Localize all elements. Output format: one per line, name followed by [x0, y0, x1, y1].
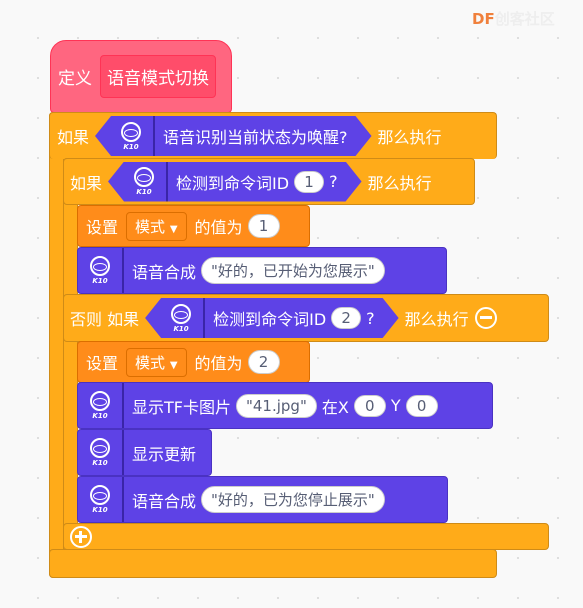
value-input[interactable]: 1	[247, 214, 280, 238]
remove-branch-icon[interactable]	[474, 307, 497, 329]
k10-icon: K10	[78, 383, 124, 428]
define-keyword: 定义	[58, 69, 92, 89]
speech-label: 语音合成	[132, 262, 197, 282]
speech-label: 语音合成	[132, 491, 197, 511]
add-branch-icon[interactable]	[70, 525, 92, 548]
outer-if-arm	[49, 112, 64, 578]
y-label: Y	[390, 396, 401, 415]
file-name-input[interactable]: "41.jpg"	[235, 393, 317, 418]
k10-icon: K10	[78, 248, 124, 293]
to-label: 的值为	[194, 354, 243, 373]
else-if-block[interactable]: 否则 如果 K10 检测到命令词ID 2 ? 那么执行	[63, 294, 549, 342]
procedure-name[interactable]: 语音模式切换	[100, 55, 216, 98]
x-input[interactable]: 0	[353, 394, 386, 417]
inner-if-bottom[interactable]	[63, 523, 549, 550]
speech-synthesis-block[interactable]: K10 语音合成 "好的，已开始为您展示"	[77, 247, 447, 294]
then-label: 那么执行	[367, 173, 432, 193]
condition-label: 检测到命令词ID	[213, 310, 327, 329]
y-input[interactable]: 0	[405, 394, 438, 417]
value-input[interactable]: 2	[247, 350, 280, 374]
show-image-label: 显示TF卡图片	[132, 397, 231, 417]
set-variable-block[interactable]: 设置 模式 ▼ 的值为 1	[77, 205, 310, 247]
command-id-input[interactable]: 1	[294, 171, 324, 193]
speech-synthesis-block[interactable]: K10 语音合成 "好的，已为您停止展示"	[77, 476, 448, 523]
refresh-label: 显示更新	[132, 444, 197, 464]
command-id-condition[interactable]: K10 检测到命令词ID 1 ?	[108, 162, 362, 202]
speech-text-input[interactable]: "好的，已为您停止展示"	[201, 486, 385, 513]
show-tf-image-block[interactable]: K10 显示TF卡图片 "41.jpg" 在X 0 Y 0	[77, 382, 493, 429]
k10-icon: K10	[78, 430, 124, 475]
if-keyword: 如果	[57, 128, 90, 147]
set-keyword: 设置	[86, 354, 119, 373]
speech-text-input[interactable]: "好的，已开始为您展示"	[201, 257, 385, 284]
condition-label: 检测到命令词ID	[176, 173, 290, 193]
variable-dropdown[interactable]: 模式 ▼	[126, 347, 187, 377]
question-mark: ?	[366, 308, 375, 328]
set-keyword: 设置	[86, 218, 119, 237]
variable-dropdown[interactable]: 模式 ▼	[126, 211, 187, 241]
command-id-input[interactable]: 2	[331, 307, 361, 329]
wake-state-condition[interactable]: K10 语音识别当前状态为唤醒?	[95, 116, 372, 156]
k10-icon: K10	[122, 162, 168, 202]
x-label: 在X	[321, 397, 349, 417]
k10-icon: K10	[109, 116, 155, 156]
k10-icon: K10	[159, 298, 205, 338]
to-label: 的值为	[194, 218, 243, 237]
outer-if-block[interactable]: 如果 K10 语音识别当前状态为唤醒? 那么执行	[49, 112, 497, 159]
then-label: 那么执行	[377, 128, 442, 147]
outer-if-bottom	[49, 549, 497, 578]
command-id-condition[interactable]: K10 检测到命令词ID 2 ?	[145, 298, 399, 338]
inner-if-arm	[63, 158, 78, 549]
inner-if-block[interactable]: 如果 K10 检测到命令词ID 1 ? 那么执行	[63, 158, 475, 205]
watermark-logo: DF创客社区	[472, 10, 555, 28]
k10-icon: K10	[78, 477, 124, 522]
set-variable-block[interactable]: 设置 模式 ▼ 的值为 2	[77, 341, 310, 383]
condition-label: 语音识别当前状态为唤醒?	[163, 128, 348, 147]
if-keyword: 如果	[70, 173, 103, 193]
display-refresh-block[interactable]: K10 显示更新	[77, 429, 212, 476]
then-label: 那么执行	[404, 310, 469, 329]
dropdown-arrow-icon: ▼	[169, 359, 178, 371]
dropdown-arrow-icon: ▼	[169, 223, 178, 235]
else-if-keyword: 否则 如果	[70, 310, 140, 329]
question-mark: ?	[329, 172, 338, 191]
define-block[interactable]: 定义 语音模式切换	[50, 40, 232, 113]
